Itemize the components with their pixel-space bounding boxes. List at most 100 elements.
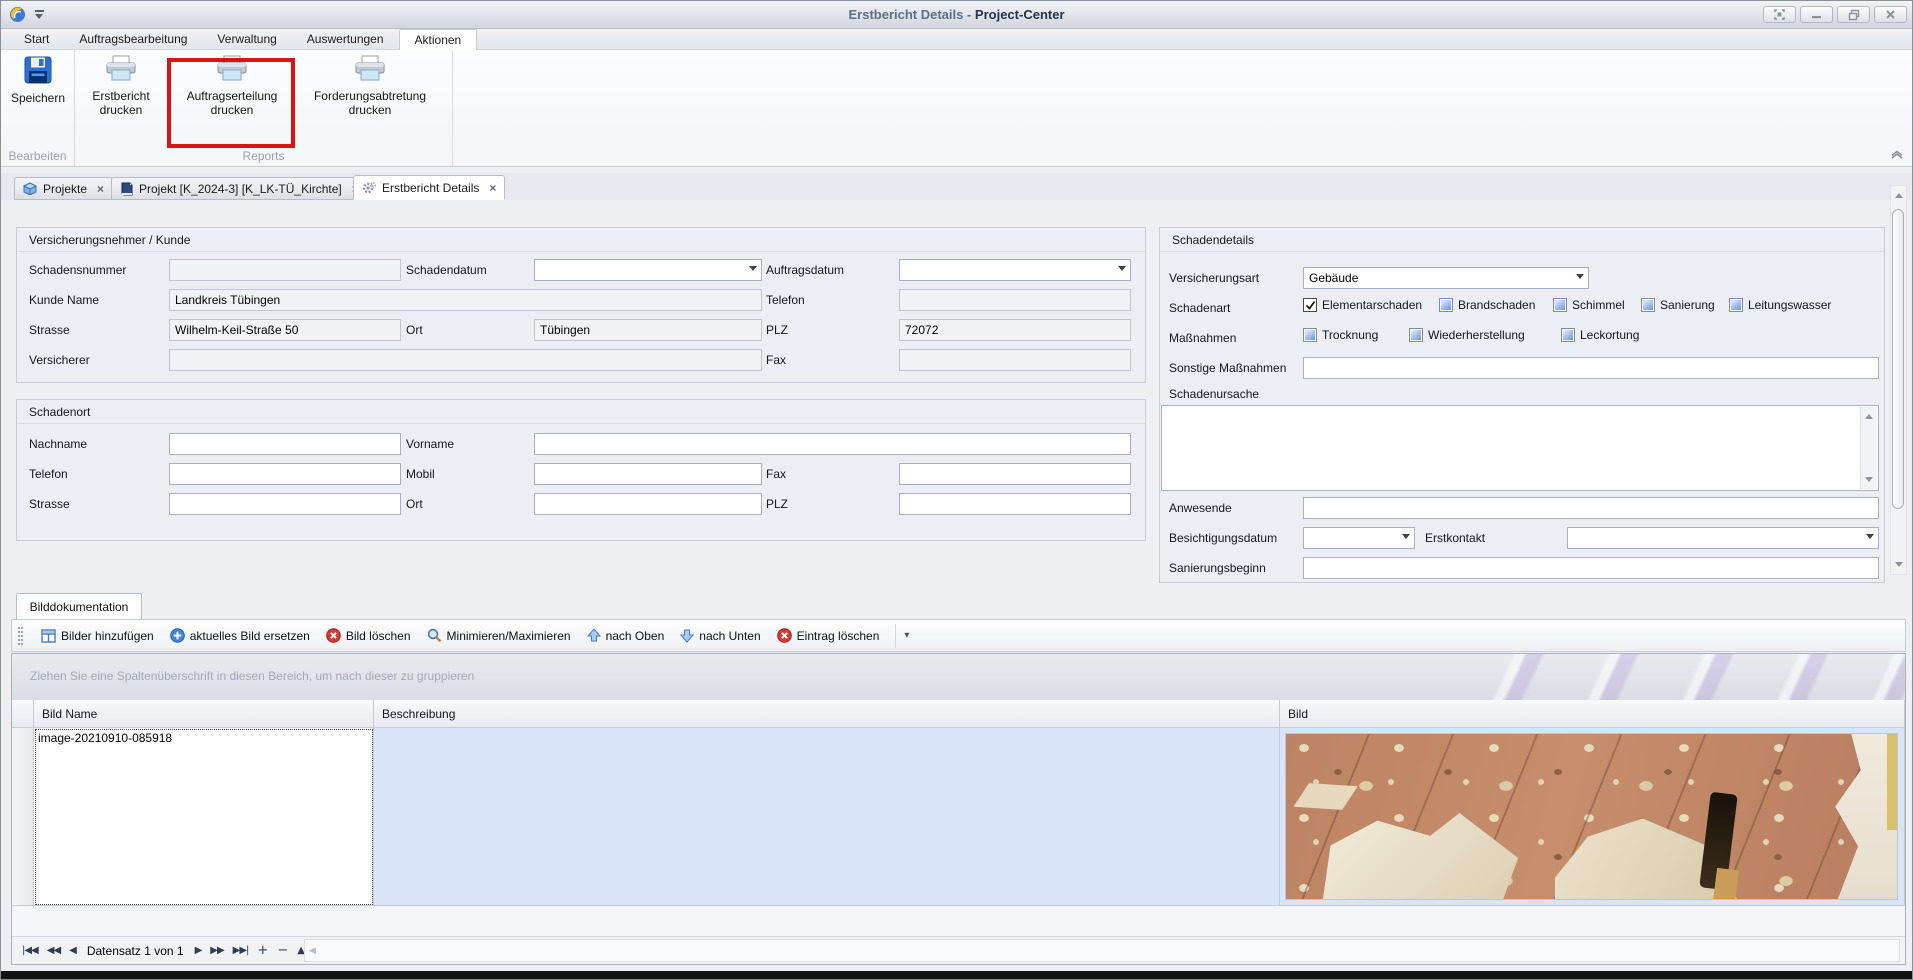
checkbox-schimmel[interactable]: Schimmel	[1553, 298, 1625, 312]
nav-edit-button[interactable]: ▲	[297, 945, 304, 956]
nav-delete-button[interactable]: −	[277, 943, 288, 958]
print-forderungsabtretung-button[interactable]: Forderungsabtretung drucken	[295, 55, 445, 117]
erstkontakt-dropdown[interactable]	[1567, 527, 1879, 549]
add-images-button[interactable]: Bilder hinzufügen	[41, 629, 154, 643]
telefon-schadenort-field[interactable]	[169, 463, 401, 485]
close-button[interactable]	[1874, 6, 1907, 23]
horizontal-scrollbar[interactable]: ◀	[304, 939, 1900, 962]
doc-tab-projekte[interactable]: Projekte ×	[14, 177, 113, 200]
close-tab-icon[interactable]: ×	[489, 181, 496, 195]
row-indicator-cell[interactable]	[12, 728, 34, 906]
checkbox-leitungswasser[interactable]: Leitungswasser	[1729, 298, 1831, 312]
fax-schadenort-field[interactable]	[899, 463, 1131, 485]
anwesende-field[interactable]	[1303, 497, 1879, 519]
versicherungsart-input[interactable]	[1304, 268, 1571, 288]
mobil-field[interactable]	[534, 463, 762, 485]
strasse-field[interactable]	[169, 319, 401, 341]
nav-first-button[interactable]: |◀◀	[22, 945, 38, 956]
erstkontakt-input[interactable]	[1568, 528, 1861, 548]
delete-entry-button[interactable]: Eintrag löschen	[777, 628, 880, 643]
minimize-maximize-button[interactable]: Minimieren/Maximieren	[427, 628, 571, 643]
nav-prev-button[interactable]: ◀	[69, 945, 76, 956]
ribbon-tab-verwaltung[interactable]: Verwaltung	[202, 29, 291, 50]
plz-field[interactable]	[899, 319, 1131, 341]
chevron-down-icon[interactable]	[1113, 260, 1130, 280]
nav-next-page-button[interactable]: ▶▶	[210, 945, 223, 956]
minimize-button[interactable]	[1800, 6, 1833, 23]
nav-last-button[interactable]: ▶▶|	[233, 945, 249, 956]
damage-photo[interactable]	[1285, 733, 1898, 900]
besichtigungsdatum-input[interactable]	[1304, 528, 1397, 548]
versicherungsart-dropdown[interactable]	[1303, 267, 1589, 289]
ribbon-tab-start[interactable]: Start	[9, 29, 64, 50]
nachname-field[interactable]	[169, 433, 401, 455]
chevron-down-icon[interactable]	[1571, 268, 1588, 288]
textarea-scrollbar[interactable]	[1860, 407, 1877, 489]
nav-append-button[interactable]: +	[257, 943, 268, 958]
doc-tab-erstbericht-details[interactable]: Erstbericht Details ×	[353, 175, 505, 200]
auftragsdatum-input[interactable]	[900, 260, 1113, 280]
close-tab-icon[interactable]: ×	[97, 182, 104, 196]
strasse-schadenort-field[interactable]	[169, 493, 401, 515]
move-up-button[interactable]: nach Oben	[587, 628, 665, 643]
chevron-down-icon[interactable]	[744, 260, 761, 280]
schadendatum-input[interactable]	[535, 260, 744, 280]
checkbox-elementarschaden[interactable]: Elementarschaden	[1303, 298, 1422, 312]
fullscreen-button[interactable]	[1763, 6, 1796, 23]
ort-field[interactable]	[534, 319, 762, 341]
toolbar-grip-handle[interactable]	[18, 627, 23, 645]
checkbox-sanierung[interactable]: Sanierung	[1641, 298, 1715, 312]
sonstige-massnahmen-field[interactable]	[1303, 357, 1879, 379]
scroll-up-icon[interactable]	[1895, 189, 1903, 198]
checkbox-trocknung[interactable]: Trocknung	[1303, 328, 1378, 342]
cell-beschreibung[interactable]	[374, 728, 1280, 906]
scroll-up-icon[interactable]	[1865, 410, 1873, 419]
delete-image-button[interactable]: Bild löschen	[326, 628, 411, 643]
kunde-name-field[interactable]	[169, 289, 762, 311]
nav-next-button[interactable]: ▶	[195, 945, 202, 956]
auftragsdatum-datepicker[interactable]	[899, 259, 1131, 281]
besichtigungsdatum-datepicker[interactable]	[1303, 527, 1415, 549]
checkbox-brandschaden[interactable]: Brandschaden	[1439, 298, 1535, 312]
ribbon-tab-auswertungen[interactable]: Auswertungen	[292, 29, 399, 50]
schadenursache-textarea[interactable]	[1161, 405, 1879, 491]
ribbon-tab-aktionen[interactable]: Aktionen	[399, 29, 478, 50]
quick-access-toolbar-dropdown-icon[interactable]	[35, 10, 45, 20]
telefon-field[interactable]	[899, 289, 1131, 311]
save-button[interactable]: Speichern	[7, 55, 69, 105]
restore-button[interactable]	[1837, 6, 1870, 23]
vorname-field[interactable]	[534, 433, 1131, 455]
grid-empty-area	[12, 906, 1905, 936]
doc-tab-projekt[interactable]: Projekt [K_2024-3] [K_LK-TÜ_Kirchte] ×	[111, 177, 368, 200]
column-header-beschreibung[interactable]: Beschreibung	[374, 700, 1280, 728]
scroll-left-icon[interactable]: ◀	[309, 945, 316, 956]
collapse-ribbon-icon[interactable]	[1890, 150, 1904, 160]
column-header-bild-name[interactable]: Bild Name	[34, 700, 374, 728]
ort-schadenort-field[interactable]	[534, 493, 762, 515]
cell-bild-name[interactable]: image-20210910-085918	[34, 728, 374, 906]
checkbox-wiederherstellung[interactable]: Wiederherstellung	[1409, 328, 1525, 342]
scroll-down-icon[interactable]	[1865, 477, 1873, 486]
scrollbar-thumb[interactable]	[1892, 209, 1904, 509]
chevron-down-icon[interactable]	[1397, 528, 1414, 548]
tab-bilddokumentation[interactable]: Bilddokumentation	[16, 593, 142, 620]
versicherer-field[interactable]	[169, 349, 762, 371]
schadendatum-datepicker[interactable]	[534, 259, 762, 281]
toolbar-overflow-dropdown[interactable]: ▾	[895, 624, 917, 648]
ribbon-tab-auftragsbearbeitung[interactable]: Auftragsbearbeitung	[64, 29, 202, 50]
move-down-button[interactable]: nach Unten	[680, 628, 760, 643]
cell-bild[interactable]	[1280, 728, 1905, 906]
chevron-down-icon[interactable]	[1861, 528, 1878, 548]
fax-field[interactable]	[899, 349, 1131, 371]
nav-prev-page-button[interactable]: ◀◀	[47, 945, 60, 956]
column-header-bild[interactable]: Bild	[1280, 700, 1905, 728]
sanierungsbeginn-field[interactable]	[1303, 557, 1879, 579]
group-by-panel[interactable]: Ziehen Sie eine Spaltenüberschrift in di…	[12, 654, 1905, 700]
replace-image-button[interactable]: aktuelles Bild ersetzen	[170, 628, 310, 643]
plz-schadenort-field[interactable]	[899, 493, 1131, 515]
schadensnummer-field[interactable]	[169, 259, 401, 281]
scroll-down-icon[interactable]	[1895, 562, 1903, 571]
print-button-label-line1: Erstbericht	[92, 89, 149, 103]
checkbox-leckortung[interactable]: Leckortung	[1561, 328, 1639, 342]
print-erstbericht-button[interactable]: Erstbericht drucken	[81, 55, 161, 117]
